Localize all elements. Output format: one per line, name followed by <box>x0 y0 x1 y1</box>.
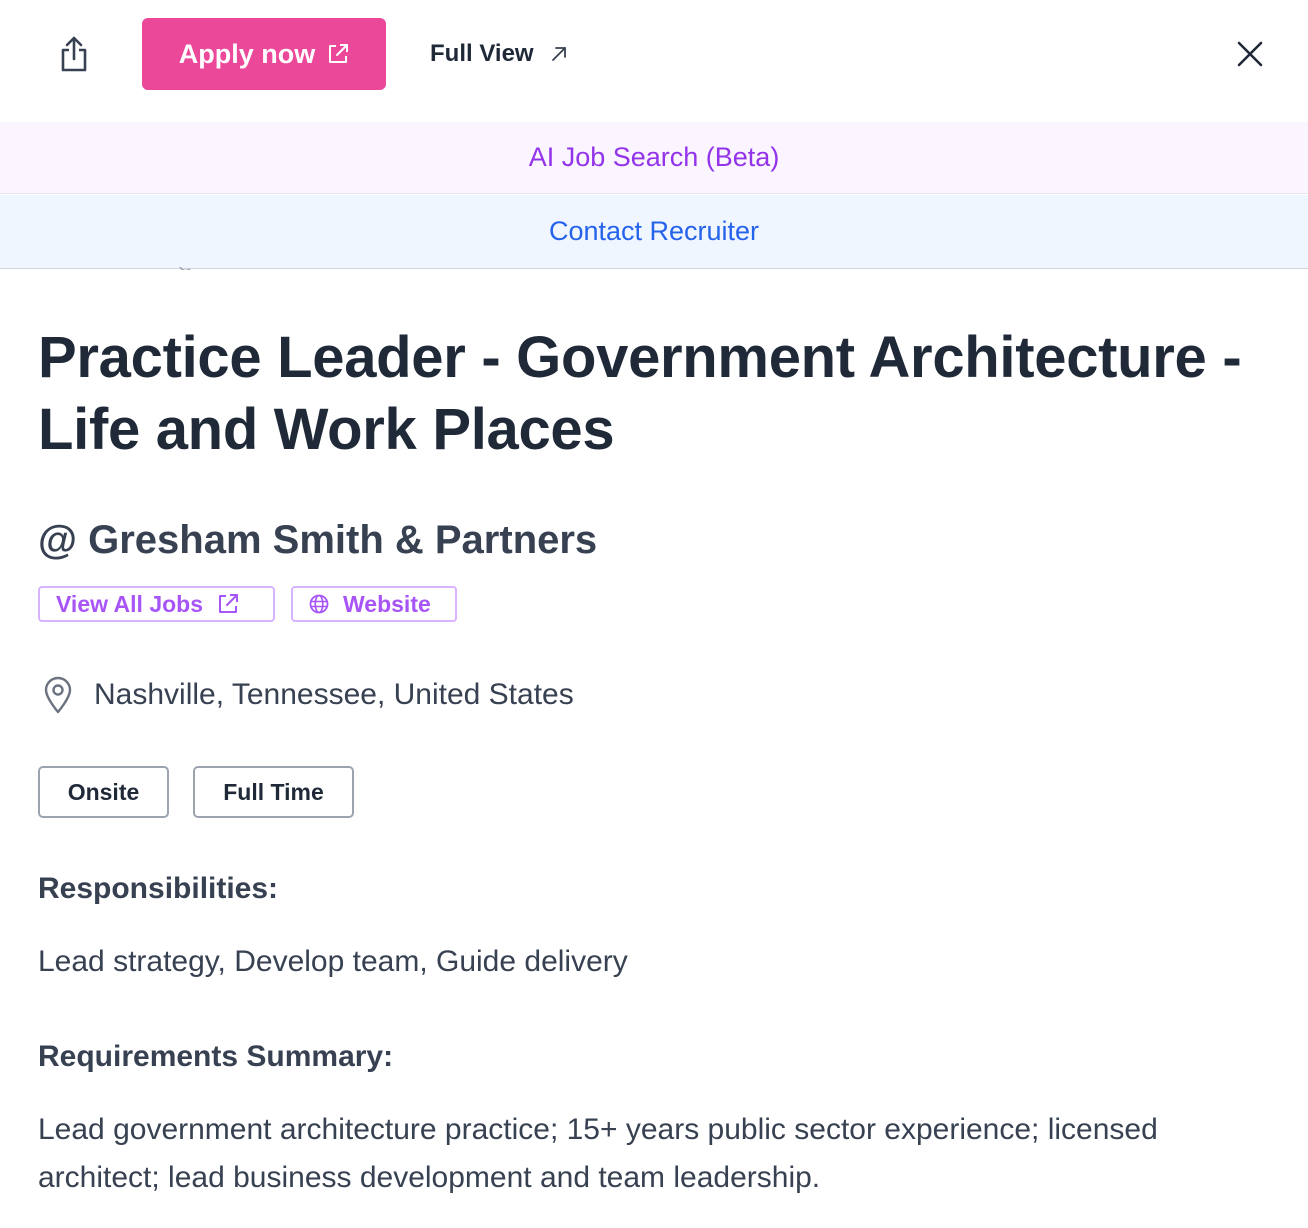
scrolled-text-remnant <box>150 262 200 270</box>
apply-now-button[interactable]: Apply now <box>142 18 386 90</box>
view-all-jobs-label: View All Jobs <box>56 590 203 617</box>
job-title: Practice Leader - Government Architectur… <box>38 325 1242 462</box>
location-text: Nashville, Tennessee, United States <box>94 678 574 711</box>
full-view-label: Full View <box>430 40 534 67</box>
map-pin-icon <box>38 676 78 714</box>
responsibilities-heading: Responsibilities: <box>38 872 279 905</box>
globe-icon <box>309 594 329 614</box>
arrow-up-right-icon <box>551 47 566 61</box>
responsibilities-text: Lead strategy, Develop team, Guide deliv… <box>38 945 628 978</box>
tag-full-time: Full Time <box>193 766 354 818</box>
top-toolbar: Apply now Full View <box>0 0 1308 120</box>
website-link[interactable]: Website <box>291 586 457 622</box>
view-all-jobs-link[interactable]: View All Jobs <box>38 586 275 622</box>
close-icon <box>1237 41 1263 67</box>
contact-recruiter-banner[interactable]: Contact Recruiter <box>0 195 1308 269</box>
external-link-icon <box>329 44 349 63</box>
external-link-icon <box>219 594 238 613</box>
ai-job-search-banner[interactable]: AI Job Search (Beta) <box>0 122 1308 194</box>
ai-job-search-label: AI Job Search (Beta) <box>528 142 780 172</box>
full-view-button[interactable]: Full View <box>430 34 568 74</box>
apply-now-label: Apply now <box>178 38 316 69</box>
requirements-heading: Requirements Summary: <box>38 1040 394 1073</box>
tag-onsite: Onsite <box>38 766 169 818</box>
share-button[interactable] <box>52 32 96 76</box>
close-button[interactable] <box>1228 32 1272 76</box>
contact-recruiter-label: Contact Recruiter <box>548 216 760 246</box>
share-icon <box>61 36 87 72</box>
company-name: @ Gresham Smith & Partners <box>38 518 598 562</box>
job-location: Nashville, Tennessee, United States <box>38 672 574 718</box>
requirements-text: Lead government architecture practice; 1… <box>38 1113 1158 1194</box>
website-label: Website <box>343 590 431 617</box>
